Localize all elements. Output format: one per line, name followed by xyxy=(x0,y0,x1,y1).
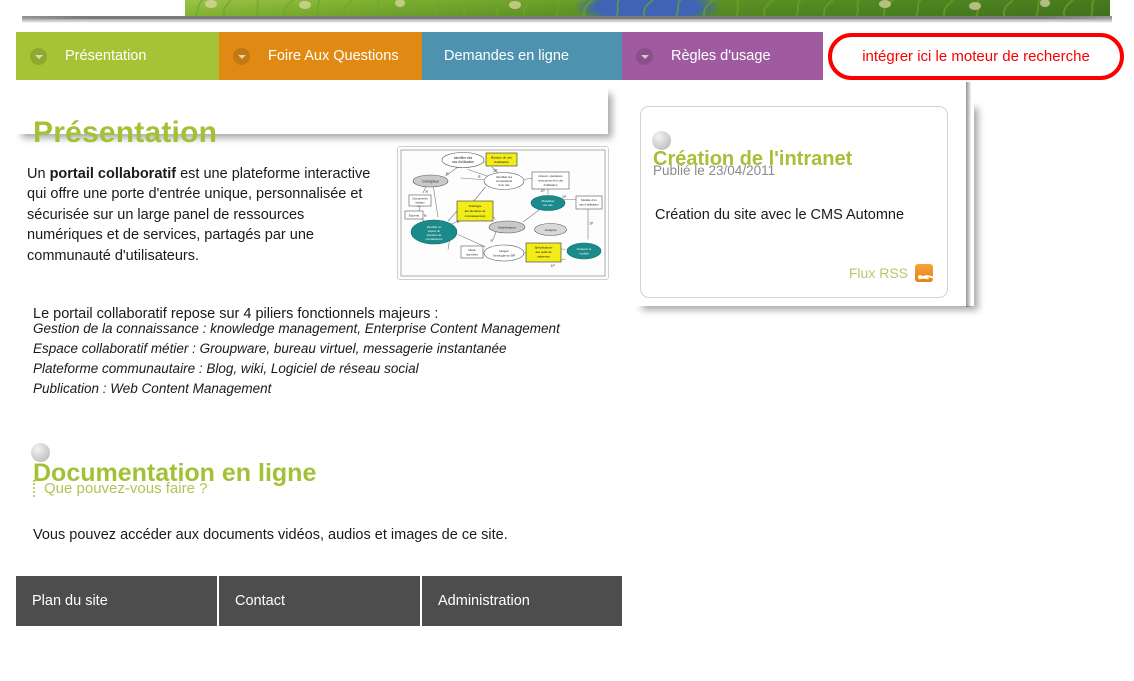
svg-text:1P: 1P xyxy=(551,264,556,268)
svg-text:Méta: Méta xyxy=(469,248,476,252)
svg-text:Identifier les: Identifier les xyxy=(496,175,513,179)
nav-tab-1[interactable]: Présentation xyxy=(16,32,219,80)
nav-tab-label: Foire Aux Questions xyxy=(268,48,399,64)
chevron-down-icon xyxy=(636,47,653,65)
svg-text:d'utilisation: d'utilisation xyxy=(494,160,509,164)
nav-tab-label: Demandes en ligne xyxy=(444,48,569,64)
svg-text:ressources d'un cas: ressources d'un cas xyxy=(538,179,563,183)
svg-text:cas d'utilisation: cas d'utilisation xyxy=(579,203,599,207)
news-publish-date: Publié le 23/04/2011 xyxy=(653,163,776,178)
svg-text:Ontologie: Ontologie xyxy=(469,204,482,208)
svg-text:Banque de cas: Banque de cas xyxy=(491,156,512,160)
svg-text:(du domaine de: (du domaine de xyxy=(465,209,486,213)
intro-text-before: Un xyxy=(27,165,50,182)
svg-text:Analyser le: Analyser le xyxy=(577,247,592,251)
svg-text:Experts: Experts xyxy=(409,214,420,218)
footer-link-3[interactable]: Administration xyxy=(422,576,622,626)
svg-text:Acteurs, opérations: Acteurs, opérations xyxy=(538,174,563,178)
intro-paragraph: Un portail collaboratif est une platefor… xyxy=(27,164,377,267)
page-title: Présentation xyxy=(33,116,218,150)
chevron-down-icon xyxy=(30,47,47,65)
svg-text:connaissance: connaissance xyxy=(425,237,443,241)
banner-bottom-shadow xyxy=(22,16,1112,23)
nav-tab-3[interactable]: Demandes en ligne xyxy=(422,32,622,80)
rss-feed-label: Flux RSS xyxy=(848,265,908,281)
news-panel: Création de l'intranet Publié le 23/04/2… xyxy=(640,106,948,298)
svg-text:Modélisateur: Modélisateur xyxy=(498,226,516,230)
svg-text:initiaux: initiaux xyxy=(415,201,425,205)
svg-text:données: données xyxy=(466,253,478,257)
nav-tab-2[interactable]: Foire Aux Questions xyxy=(219,32,422,80)
nav-tab-label: Présentation xyxy=(65,48,147,64)
svg-text:cas d'utilisation: cas d'utilisation xyxy=(452,160,474,164)
svg-text:Analyste: Analyste xyxy=(545,228,557,232)
svg-text:traitement: traitement xyxy=(537,255,550,259)
main-navigation: Présentation Foire Aux Questions Demandes … xyxy=(16,32,823,80)
svg-text:1P: 1P xyxy=(589,222,594,226)
svg-text:Intégrer: Intégrer xyxy=(499,249,509,253)
svg-text:Documents: Documents xyxy=(412,197,428,201)
ontology-diagram-image[interactable]: 1P1PR R1PR 1P1P1P RRR RRR R1P1P 1P1P Ide… xyxy=(397,146,609,280)
svg-text:les cas: les cas xyxy=(543,203,553,207)
pillar-item: Plateforme communautaire : Blog, wiki, L… xyxy=(33,361,419,376)
rss-icon xyxy=(915,264,937,289)
doc-section-body: Vous pouvez accéder aux documents vidéos… xyxy=(33,526,508,543)
svg-text:Modèle d'un: Modèle d'un xyxy=(581,198,597,202)
svg-text:1P: 1P xyxy=(562,195,567,199)
chevron-down-icon xyxy=(233,47,250,65)
footer-link-label: Administration xyxy=(438,593,530,609)
ontology-diagram-svg: 1P1PR R1PR 1P1P1P RRR RRR R1P1P 1P1P Ide… xyxy=(398,147,608,279)
doc-section-subtitle: Que pouvez-vous faire ? xyxy=(33,480,207,497)
nav-tab-label: Règles d'usage xyxy=(671,48,771,64)
pillars-list: Gestion de la connaissance : knowledge m… xyxy=(33,319,560,399)
svg-text:d'utilisation: d'utilisation xyxy=(544,183,558,187)
pillar-item: Espace collaboratif métier : Groupware, … xyxy=(33,341,507,356)
footer-link-label: Plan du site xyxy=(32,593,108,609)
svg-text:d'un cas: d'un cas xyxy=(498,183,510,187)
content-right-shadow xyxy=(966,82,971,307)
rss-feed-link[interactable]: Flux RSS xyxy=(848,264,937,289)
svg-text:Spécifications: Spécifications xyxy=(535,246,553,250)
footer-link-2[interactable]: Contact xyxy=(219,576,422,626)
search-placeholder-annotation[interactable]: intégrer ici le moteur de recherche xyxy=(828,33,1124,80)
svg-text:1P: 1P xyxy=(541,189,546,193)
svg-text:composants: composants xyxy=(496,179,513,183)
svg-text:modèle: modèle xyxy=(579,252,589,256)
footer-link-label: Contact xyxy=(235,593,285,609)
nav-tab-4[interactable]: Règles d'usage xyxy=(622,32,823,80)
page-root: Présentation Foire Aux Questions Demandes … xyxy=(0,0,1134,681)
svg-text:connaissances): connaissances) xyxy=(465,214,486,218)
news-body: Création du site avec le CMS Automne xyxy=(655,206,905,223)
intro-bold-term: portail collaboratif xyxy=(49,165,177,182)
pillar-item: Publication : Web Content Management xyxy=(33,381,272,396)
svg-text:1P: 1P xyxy=(493,169,498,173)
footer-navigation: Plan du site Contact Administration xyxy=(16,576,622,626)
svg-text:Identifier un: Identifier un xyxy=(427,225,442,229)
svg-text:l'ontologie au SIR: l'ontologie au SIR xyxy=(493,254,516,258)
footer-link-1[interactable]: Plan du site xyxy=(16,576,219,626)
svg-text:domaine de: domaine de xyxy=(427,233,442,237)
svg-text:Modéliser: Modéliser xyxy=(541,199,554,203)
svg-text:Concepteur: Concepteur xyxy=(422,180,440,184)
pillar-item: Gestion de la connaissance : knowledge m… xyxy=(33,321,560,336)
svg-text:des outils de: des outils de xyxy=(535,250,552,254)
search-annotation-label: intégrer ici le moteur de recherche xyxy=(862,48,1090,65)
header-banner xyxy=(0,0,1134,23)
svg-text:aspect du: aspect du xyxy=(428,229,441,233)
svg-text:Identifier des: Identifier des xyxy=(454,156,473,160)
